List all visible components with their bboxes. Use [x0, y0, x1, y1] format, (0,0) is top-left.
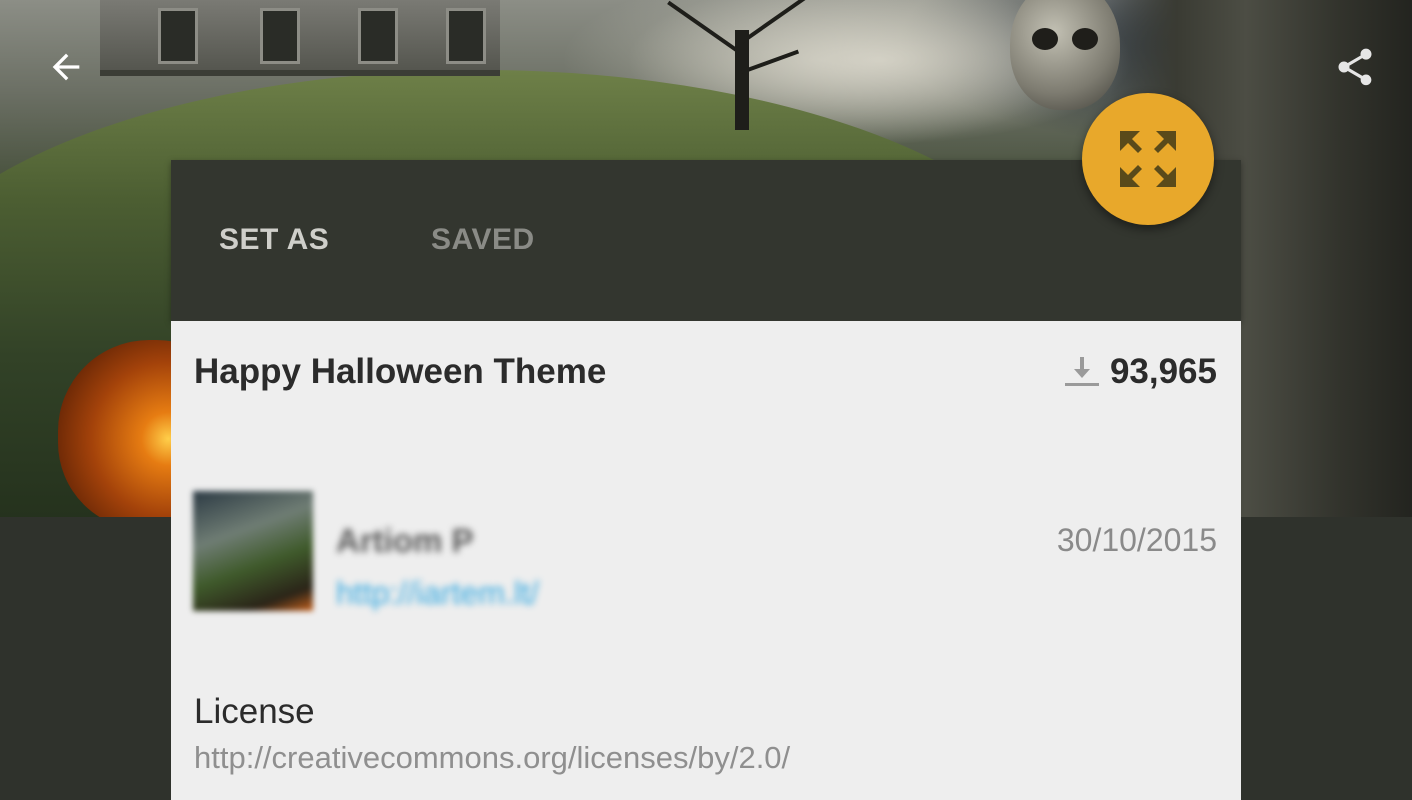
- publish-date: 30/10/2015: [1056, 522, 1217, 558]
- download-icon: [1064, 357, 1099, 386]
- house-window: [358, 8, 398, 64]
- fullscreen-expand-icon: [1120, 131, 1176, 187]
- author-link[interactable]: http://iartem.lt/: [336, 573, 539, 613]
- theme-detail-screen: SET AS SAVED Happy Halloween Theme 93,96…: [0, 0, 1412, 800]
- download-count-group: 93,965: [1062, 351, 1217, 393]
- tab-set-as[interactable]: SET AS: [219, 222, 329, 258]
- action-tab-bar: SET AS SAVED: [171, 160, 1241, 321]
- back-button[interactable]: [34, 35, 98, 99]
- fullscreen-button[interactable]: [1082, 93, 1214, 225]
- skull-eye: [1072, 28, 1098, 50]
- share-icon: [1338, 48, 1372, 86]
- tab-saved[interactable]: SAVED: [431, 222, 535, 258]
- skull: [1010, 0, 1120, 110]
- haunted-house: [100, 0, 500, 76]
- license-heading: License: [194, 692, 315, 731]
- house-window: [260, 8, 300, 64]
- license-link[interactable]: http://creativecommons.org/licenses/by/2…: [194, 739, 790, 777]
- house-window: [158, 8, 198, 64]
- theme-title: Happy Halloween Theme: [194, 352, 607, 391]
- share-button[interactable]: [1323, 35, 1387, 99]
- download-count: 93,965: [1109, 352, 1217, 391]
- theme-info-card: Happy Halloween Theme 93,965 Artiom P ht…: [171, 321, 1241, 800]
- arrow-back-icon: [52, 53, 80, 81]
- skull-eye: [1032, 28, 1058, 50]
- house-window: [446, 8, 486, 64]
- author-avatar: [193, 491, 313, 611]
- bare-tree: [735, 30, 749, 130]
- author-name: Artiom P: [336, 522, 474, 559]
